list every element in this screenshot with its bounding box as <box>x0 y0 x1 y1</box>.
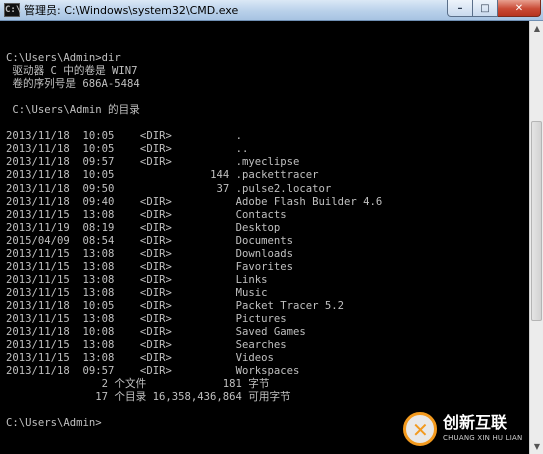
console-line: 驱动器 C 中的卷是 WIN7 <box>6 65 138 78</box>
console-line: 2013/11/15 13:08 <DIR> Music <box>6 286 268 299</box>
console-line: C:\Users\Admin>dir <box>6 52 121 64</box>
console-line: 2013/11/15 13:08 <DIR> Favorites <box>6 260 294 273</box>
console-line: 卷的序列号是 686A-5484 <box>6 78 140 91</box>
console-line: 17 个目录 16,358,436,864 可用字节 <box>6 391 291 404</box>
logo-icon: ✕ <box>403 412 437 446</box>
console-output[interactable]: C:\Users\Admin>dir 驱动器 C 中的卷是 WIN7 卷的序列号… <box>0 21 529 454</box>
console-line: 2013/11/15 13:08 <DIR> Contacts <box>6 208 287 221</box>
window-titlebar[interactable]: C:\ 管理员: C:\Windows\system32\CMD.exe – □… <box>0 0 543 21</box>
console-line: 2013/11/15 13:08 <DIR> Links <box>6 273 268 286</box>
watermark-name: 创新互联 <box>443 413 508 432</box>
minimize-button[interactable]: – <box>447 0 473 17</box>
console-line: 2013/11/18 09:57 <DIR> Workspaces <box>6 365 300 378</box>
vertical-scrollbar[interactable]: ▲ ▼ <box>529 21 543 454</box>
watermark-subtitle: CHUANG XIN HU LIAN <box>443 434 523 442</box>
console-line: 2013/11/18 10:05 <DIR> Packet Tracer 5.2 <box>6 299 345 312</box>
caption-buttons: – □ ✕ <box>447 0 541 18</box>
scroll-up-icon[interactable]: ▲ <box>531 21 543 36</box>
scrollbar-thumb[interactable] <box>531 121 542 321</box>
console-line: 2013/11/19 08:19 <DIR> Desktop <box>6 221 281 234</box>
console-line: 2013/11/15 13:08 <DIR> Searches <box>6 339 287 352</box>
console-line: 2013/11/18 09:50 37 .pulse2.locator <box>6 182 332 195</box>
console-line: 2013/11/18 10:05 144 .packettracer <box>6 169 319 182</box>
console-line: 2013/11/15 13:08 <DIR> Downloads <box>6 247 294 260</box>
console-line: 2015/04/09 08:54 <DIR> Documents <box>6 234 294 247</box>
console-line: 2013/11/18 10:08 <DIR> Saved Games <box>6 326 306 339</box>
console-line: 2013/11/18 10:05 <DIR> .. <box>6 143 249 156</box>
console-line: 2013/11/15 13:08 <DIR> Videos <box>6 352 274 365</box>
console-line: 2013/11/18 09:57 <DIR> .myeclipse <box>6 156 300 169</box>
console-line: 2013/11/15 13:08 <DIR> Pictures <box>6 313 287 325</box>
console-line: 2013/11/18 10:05 <DIR> . <box>6 130 242 143</box>
console-line: C:\Users\Admin> <box>6 417 102 430</box>
watermark-logo: ✕ 创新互联 CHUANG XIN HU LIAN <box>401 408 541 452</box>
console-line: C:\Users\Admin 的目录 <box>6 104 140 117</box>
close-button[interactable]: ✕ <box>498 0 541 17</box>
console-line: 2013/11/18 09:40 <DIR> Adobe Flash Build… <box>6 195 383 208</box>
maximize-button[interactable]: □ <box>473 0 498 17</box>
console-line: 2 个文件 181 字节 <box>6 378 270 391</box>
window-title: 管理员: C:\Windows\system32\CMD.exe <box>24 4 239 17</box>
cmd-icon: C:\ <box>4 3 22 17</box>
